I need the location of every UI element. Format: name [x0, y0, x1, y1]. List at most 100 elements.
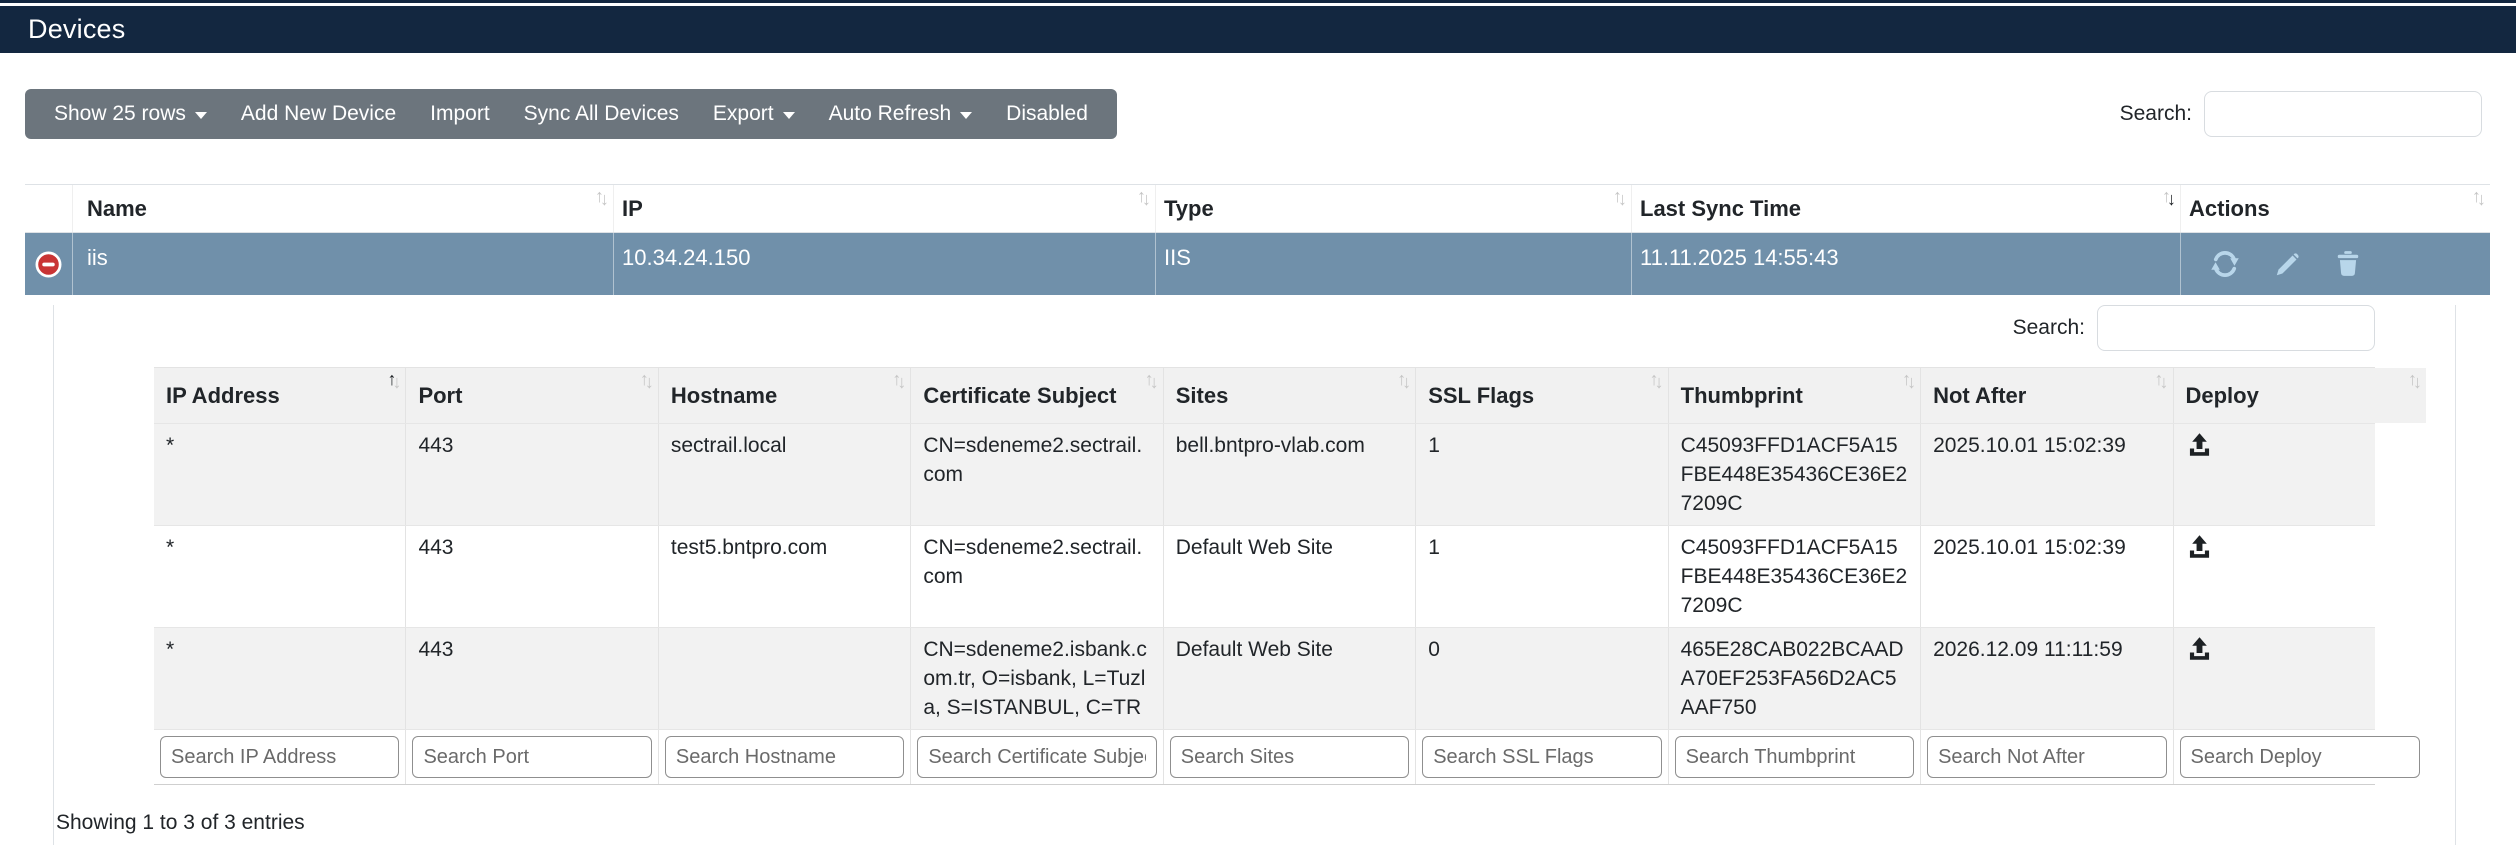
- sync-device-button[interactable]: [2210, 250, 2240, 278]
- device-name-cell: iis: [73, 233, 614, 295]
- deploy-cell: [2174, 424, 2426, 525]
- sort-arrows-icon: [1902, 370, 1912, 388]
- ip-address-label: IP Address: [166, 383, 280, 408]
- filter-cell: [1921, 730, 2174, 784]
- column-header-name[interactable]: Name: [73, 185, 614, 232]
- deploy-button[interactable]: [2186, 431, 2213, 461]
- import-button[interactable]: Import: [413, 89, 507, 139]
- sort-arrows-icon: [1650, 370, 1660, 388]
- hostname-label: Hostname: [670, 383, 778, 408]
- column-header-not-after[interactable]: Not After: [1921, 368, 2174, 423]
- column-header-ip-label: IP: [622, 196, 643, 221]
- filter-cell: [1669, 730, 1922, 784]
- filter-ssl-flags-input[interactable]: [1422, 736, 1662, 778]
- ip-address-cell: *: [154, 526, 407, 627]
- dropdown-caret-icon: [782, 112, 795, 119]
- binding-row: * 443 CN=sdeneme2.isbank.com.tr, O=isban…: [154, 627, 2375, 729]
- ssl-flags-cell: 1: [1416, 526, 1669, 627]
- column-header-sites[interactable]: Sites: [1163, 368, 1417, 423]
- show-rows-label: Show 25 rows: [54, 102, 186, 125]
- ssl-flags-cell: 0: [1416, 628, 1669, 729]
- devices-search-input[interactable]: [2204, 91, 2482, 137]
- filter-certificate-subject-input[interactable]: [917, 736, 1157, 778]
- column-header-deploy[interactable]: Deploy: [2173, 368, 2426, 423]
- devices-search: Search:: [2120, 91, 2482, 137]
- device-type-cell: IIS: [1156, 233, 1632, 295]
- not-after-label: Not After: [1933, 383, 2027, 408]
- filter-not-after-input[interactable]: [1927, 736, 2167, 778]
- ssl-flags-label: SSL Flags: [1428, 383, 1535, 408]
- dropdown-caret-icon: [194, 112, 207, 119]
- not-after-cell: 2025.10.01 15:02:39: [1921, 424, 2174, 525]
- column-header-name-label: Name: [87, 196, 147, 221]
- bindings-search-input[interactable]: [2097, 305, 2375, 351]
- deploy-button[interactable]: [2186, 533, 2213, 563]
- device-last-sync-cell: 11.11.2025 14:55:43: [1632, 233, 2181, 295]
- filter-cell: [154, 730, 407, 784]
- ip-address-cell: *: [154, 628, 407, 729]
- hostname-cell: [659, 628, 912, 729]
- top-border-line: [0, 0, 2516, 3]
- sync-all-devices-button[interactable]: Sync All Devices: [507, 89, 696, 139]
- binding-row: * 443 sectrail.local CN=sdeneme2.sectrai…: [154, 423, 2375, 525]
- ssl-flags-cell: 1: [1416, 424, 1669, 525]
- collapse-row-icon: [35, 251, 62, 277]
- bindings-table-header: IP Address Port Hostname Certificate Sub…: [154, 368, 2426, 423]
- filter-cell: [2174, 730, 2426, 784]
- filter-cell: [1164, 730, 1417, 784]
- sites-label: Sites: [1175, 383, 1229, 408]
- column-header-actions-label: Actions: [2189, 196, 2270, 221]
- auto-refresh-label: Auto Refresh: [828, 102, 952, 125]
- certificate-subject-cell: CN=sdeneme2.isbank.com.tr, O=isbank, L=T…: [911, 628, 1164, 729]
- device-details-panel: Search: IP Address Port Hostname Certif: [53, 305, 2456, 845]
- import-label: Import: [430, 102, 490, 125]
- devices-table-header: Name IP Type Last Sync Time Actions: [25, 185, 2490, 233]
- certificate-subject-label: Certificate Subject: [923, 383, 1117, 408]
- column-header-certificate-subject[interactable]: Certificate Subject: [911, 368, 1164, 423]
- filter-deploy-input[interactable]: [2179, 736, 2420, 778]
- not-after-cell: 2025.10.01 15:02:39: [1921, 526, 2174, 627]
- deploy-cell: [2174, 628, 2426, 729]
- bindings-search-label: Search:: [2012, 316, 2085, 339]
- column-header-thumbprint[interactable]: Thumbprint: [1668, 368, 1922, 423]
- add-new-device-button[interactable]: Add New Device: [224, 89, 413, 139]
- filter-thumbprint-input[interactable]: [1674, 736, 1915, 778]
- filter-hostname-input[interactable]: [664, 736, 905, 778]
- sort-arrows-icon: [2408, 370, 2418, 388]
- upload-icon: [2189, 637, 2209, 660]
- filter-sites-input[interactable]: [1169, 736, 1410, 778]
- column-header-port[interactable]: Port: [406, 368, 659, 423]
- export-button[interactable]: Export: [696, 89, 812, 139]
- sort-arrows-icon: [1613, 187, 1623, 205]
- collapse-row-control[interactable]: [25, 233, 73, 295]
- device-row-iis[interactable]: iis 10.34.24.150 IIS 11.11.2025 14:55:43: [25, 233, 2490, 295]
- column-header-actions[interactable]: Actions: [2181, 185, 2490, 232]
- port-label: Port: [418, 383, 463, 408]
- column-header-ssl-flags[interactable]: SSL Flags: [1416, 368, 1669, 423]
- sort-arrows-icon: [595, 187, 605, 205]
- delete-device-button[interactable]: [2335, 250, 2361, 278]
- export-label: Export: [712, 102, 774, 125]
- filter-ip-address-input[interactable]: [160, 736, 400, 778]
- column-header-ip[interactable]: IP: [614, 185, 1156, 232]
- button-toolbar: Show 25 rows Add New Device Import Sync …: [25, 89, 1117, 139]
- bindings-table: IP Address Port Hostname Certificate Sub…: [154, 367, 2426, 785]
- auto-refresh-button[interactable]: Auto Refresh: [812, 89, 990, 139]
- sort-arrows-icon: [2155, 370, 2165, 388]
- sort-arrows-icon: [1145, 370, 1155, 388]
- sort-arrows-icon: [2162, 187, 2172, 205]
- deploy-button[interactable]: [2186, 635, 2213, 665]
- column-header-hostname[interactable]: Hostname: [658, 368, 912, 423]
- ip-address-cell: *: [154, 424, 407, 525]
- column-header-ip-address[interactable]: IP Address: [154, 368, 407, 423]
- edit-device-button[interactable]: [2274, 251, 2301, 278]
- device-ip-cell: 10.34.24.150: [614, 233, 1156, 295]
- filter-port-input[interactable]: [412, 736, 652, 778]
- sync-icon: [2211, 251, 2239, 277]
- column-header-type[interactable]: Type: [1156, 185, 1632, 232]
- thumbprint-cell: 465E28CAB022BCAADA70EF253FA56D2AC5AAF750: [1669, 628, 1922, 729]
- disabled-button[interactable]: Disabled: [989, 89, 1105, 139]
- show-rows-button[interactable]: Show 25 rows: [37, 89, 224, 139]
- disabled-label: Disabled: [1006, 102, 1088, 125]
- column-header-last-sync-time[interactable]: Last Sync Time: [1632, 185, 2181, 232]
